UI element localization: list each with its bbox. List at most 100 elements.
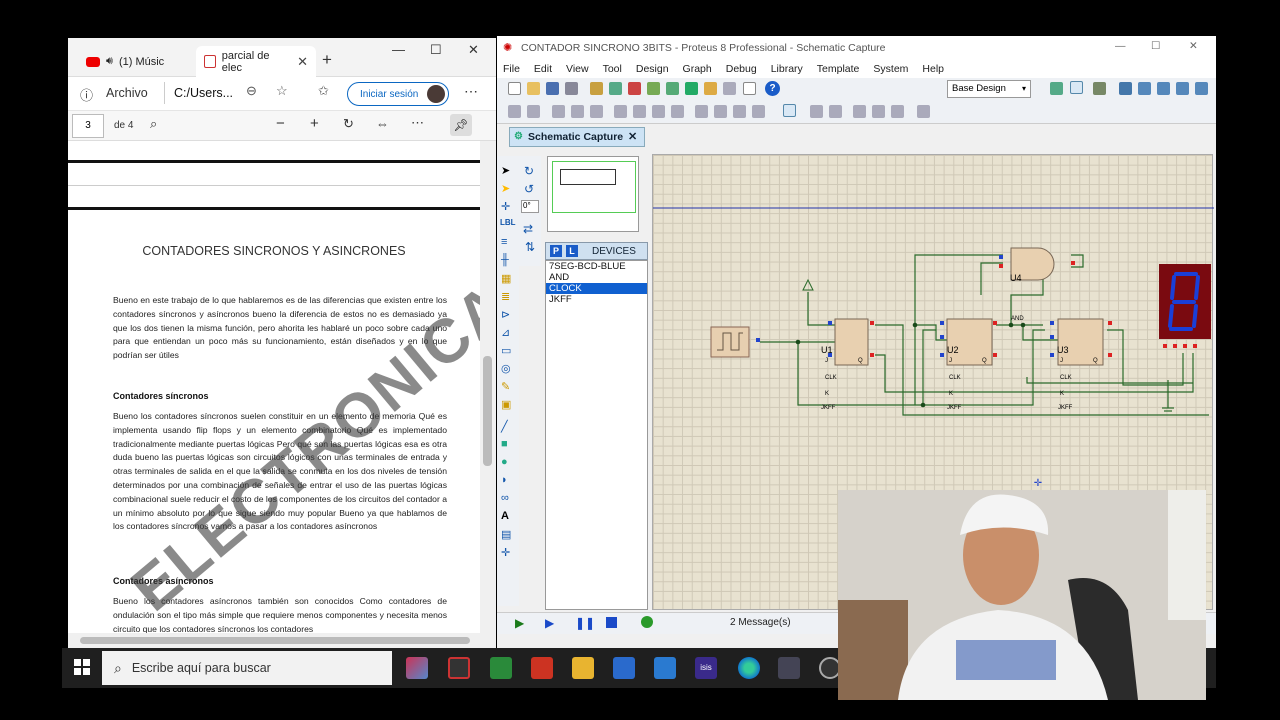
- zoom-area-icon[interactable]: [1195, 82, 1208, 95]
- exit-parent-icon[interactable]: [891, 105, 904, 118]
- speaker-icon[interactable]: 🔊︎: [106, 55, 113, 68]
- play-icon[interactable]: ▶: [515, 616, 524, 630]
- menu-design[interactable]: Design: [636, 63, 669, 75]
- selection-mode-icon[interactable]: ➤: [501, 164, 510, 177]
- circle-icon[interactable]: ●: [501, 456, 508, 468]
- component-mode-icon[interactable]: ➤: [501, 182, 510, 195]
- step-icon[interactable]: ▶: [545, 616, 554, 630]
- app-icon[interactable]: [448, 657, 470, 679]
- app-icon[interactable]: [778, 657, 800, 679]
- document-icon[interactable]: [743, 82, 756, 95]
- menu-help[interactable]: Help: [922, 63, 944, 75]
- paste-icon[interactable]: [590, 105, 603, 118]
- menu-tool[interactable]: Tool: [603, 63, 622, 75]
- menu-file[interactable]: File: [503, 63, 520, 75]
- pause-icon[interactable]: ❚❚: [575, 616, 595, 630]
- rotate-cw-icon[interactable]: ↻: [524, 164, 534, 178]
- zoom-out-icon[interactable]: [1157, 82, 1170, 95]
- pin-icon[interactable]: 📌︎: [450, 114, 472, 136]
- tab-music[interactable]: 🔊︎ (1) Músic: [78, 46, 196, 77]
- gerber-icon[interactable]: [666, 82, 679, 95]
- symbol-icon[interactable]: ▤: [501, 528, 511, 541]
- zoom-out-icon[interactable]: ⊖: [246, 83, 257, 99]
- message-count[interactable]: 2 Message(s): [730, 617, 791, 628]
- close-window-button[interactable]: ✕: [1189, 40, 1198, 52]
- horizontal-scrollbar[interactable]: [68, 633, 496, 648]
- app-icon[interactable]: [490, 657, 512, 679]
- zoom-in-icon[interactable]: [1138, 82, 1151, 95]
- list-item[interactable]: JKFF: [546, 294, 647, 305]
- rotation-input[interactable]: 0°: [521, 200, 539, 213]
- report-icon[interactable]: [917, 105, 930, 118]
- notes-icon[interactable]: [723, 82, 736, 95]
- label-mode-icon[interactable]: LBL: [500, 218, 516, 227]
- new-sheet-icon[interactable]: [853, 105, 866, 118]
- pick-device-icon[interactable]: [695, 105, 708, 118]
- pins-icon[interactable]: ⊳: [501, 308, 510, 321]
- paint-app-icon[interactable]: [406, 657, 428, 679]
- package-tool-icon[interactable]: [733, 105, 746, 118]
- page-number-input[interactable]: 3: [72, 114, 104, 138]
- minimize-button[interactable]: —: [1115, 40, 1126, 52]
- menu-template[interactable]: Template: [817, 63, 860, 75]
- copy-icon[interactable]: [571, 105, 584, 118]
- library-button[interactable]: L: [566, 245, 578, 257]
- maximize-button[interactable]: ☐: [430, 42, 442, 58]
- minimize-button[interactable]: —: [392, 42, 405, 57]
- save-icon[interactable]: [546, 82, 559, 95]
- signin-button[interactable]: Iniciar sesión: [347, 82, 449, 106]
- rotate-ccw-icon[interactable]: ↺: [524, 182, 534, 196]
- menu-graph[interactable]: Graph: [683, 63, 712, 75]
- block-delete-icon[interactable]: [671, 105, 684, 118]
- path-icon[interactable]: ∞: [501, 492, 509, 504]
- design-explorer-icon[interactable]: [704, 82, 717, 95]
- graph-icon[interactable]: ⊿: [501, 326, 510, 339]
- subcircuit-icon[interactable]: ▦: [501, 272, 511, 285]
- text-script-icon[interactable]: ≡: [501, 236, 507, 248]
- line-icon[interactable]: ╱: [501, 420, 508, 433]
- instruments-icon[interactable]: ▣: [501, 398, 511, 411]
- overview-window[interactable]: [547, 156, 639, 232]
- wire-autorouter-icon[interactable]: [783, 104, 796, 117]
- cut-icon[interactable]: [552, 105, 565, 118]
- proteus-isis-icon[interactable]: isis: [695, 657, 717, 679]
- tab-schematic-capture[interactable]: ⚙ Schematic Capture ✕: [509, 127, 645, 147]
- zoom-out-button[interactable]: −: [276, 115, 285, 132]
- mirror-x-icon[interactable]: ⇄: [523, 222, 533, 236]
- block-move-icon[interactable]: [633, 105, 646, 118]
- block-copy-icon[interactable]: [614, 105, 627, 118]
- menu-library[interactable]: Library: [771, 63, 803, 75]
- bus-icon[interactable]: ╫: [501, 254, 509, 266]
- maximize-button[interactable]: ☐: [1151, 40, 1160, 52]
- pan-icon[interactable]: [1119, 82, 1132, 95]
- address-input[interactable]: C:/Users...: [174, 86, 233, 100]
- close-tab-icon[interactable]: ✕: [297, 54, 308, 70]
- stop-icon[interactable]: [606, 617, 617, 628]
- bom-icon[interactable]: [685, 82, 698, 95]
- menu-debug[interactable]: Debug: [726, 63, 757, 75]
- mirror-y-icon[interactable]: ⇅: [525, 240, 535, 254]
- open-folder-icon[interactable]: [527, 82, 540, 95]
- more-options-icon[interactable]: ⋯: [411, 115, 424, 131]
- undo-icon[interactable]: [508, 105, 521, 118]
- list-item[interactable]: AND: [546, 272, 647, 283]
- new-tab-button[interactable]: +: [322, 50, 332, 70]
- marker-icon[interactable]: ✛: [501, 546, 510, 559]
- home-icon[interactable]: [590, 82, 603, 95]
- more-menu-icon[interactable]: ⋯: [464, 83, 478, 100]
- import-icon[interactable]: [565, 82, 578, 95]
- remove-sheet-icon[interactable]: [872, 105, 885, 118]
- favorite-icon[interactable]: ☆: [276, 83, 288, 99]
- menu-view[interactable]: View: [566, 63, 589, 75]
- mail-icon[interactable]: [654, 657, 676, 679]
- layer-select[interactable]: Base Design ▾: [947, 80, 1031, 98]
- arc-icon[interactable]: ◗: [501, 474, 508, 486]
- grid-toggle-icon[interactable]: [1070, 81, 1083, 94]
- fit-page-icon[interactable]: ⇔: [376, 116, 389, 131]
- terminals-icon[interactable]: ≣: [501, 290, 510, 303]
- vertical-scrollbar[interactable]: [480, 141, 496, 633]
- info-icon[interactable]: ⓘ: [80, 85, 93, 104]
- search-tag-icon[interactable]: [810, 105, 823, 118]
- help-icon[interactable]: ?: [765, 81, 780, 96]
- zoom-all-icon[interactable]: [1176, 82, 1189, 95]
